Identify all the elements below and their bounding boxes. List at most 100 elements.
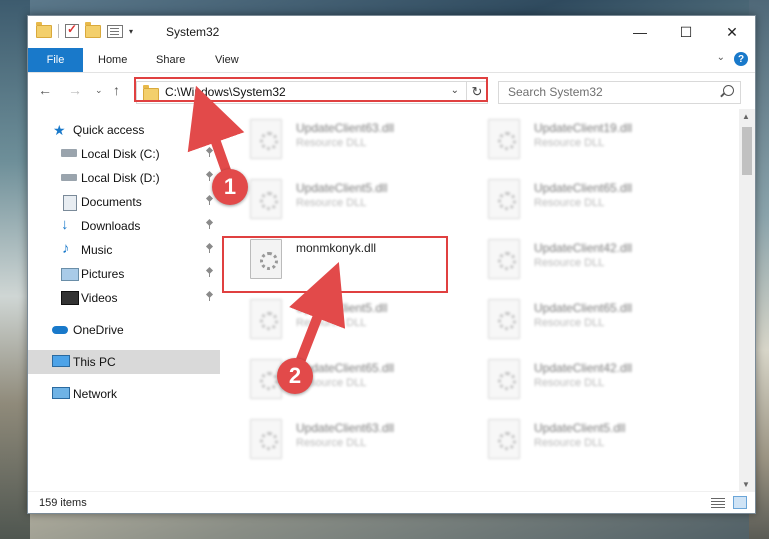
list-item[interactable]: UpdateClient19.dll Resource DLL xyxy=(488,115,718,171)
list-item[interactable]: UpdateClient63.dll Resource DLL xyxy=(250,115,480,171)
customize-toolbar-caret-icon[interactable]: ▾ xyxy=(129,27,133,36)
tab-view[interactable]: View xyxy=(215,48,239,72)
sidebar-item-documents[interactable]: Documents xyxy=(28,190,220,214)
documents-icon xyxy=(63,195,77,211)
address-highlight-box xyxy=(134,77,488,102)
pin-icon[interactable] xyxy=(206,268,215,277)
pictures-icon xyxy=(61,268,79,281)
recent-locations-chevron-icon[interactable]: ⌄ xyxy=(95,85,103,96)
sidebar-item-downloads[interactable]: ↓ Downloads xyxy=(28,214,220,238)
sidebar-item-label: Local Disk (D:) xyxy=(81,171,160,185)
tab-file[interactable]: File xyxy=(28,48,83,72)
minimize-button[interactable]: — xyxy=(617,16,663,48)
sidebar-item-label: Pictures xyxy=(81,267,125,281)
scroll-down-arrow-icon[interactable]: ▼ xyxy=(742,480,750,489)
list-item[interactable]: UpdateClient65.dll Resource DLL xyxy=(488,295,718,351)
tab-share[interactable]: Share xyxy=(156,48,185,72)
pin-icon[interactable] xyxy=(206,244,215,253)
file-name: UpdateClient42.dll xyxy=(534,241,633,255)
list-item[interactable]: UpdateClient65.dll Resource DLL xyxy=(488,175,718,231)
sidebar-item-label: Downloads xyxy=(81,219,141,233)
file-type: Resource DLL xyxy=(534,137,605,149)
file-type: Resource DLL xyxy=(534,377,605,389)
sidebar-item-label: Documents xyxy=(81,195,142,209)
properties-check-icon[interactable] xyxy=(65,22,79,38)
sidebar-item-local-disk-d[interactable]: Local Disk (D:) xyxy=(28,166,220,190)
properties-icon[interactable] xyxy=(107,24,123,38)
scroll-up-arrow-icon[interactable]: ▲ xyxy=(742,112,750,121)
dll-file-icon xyxy=(488,359,520,399)
list-item[interactable]: UpdateClient42.dll Resource DLL xyxy=(488,235,718,291)
folder-icon xyxy=(36,21,52,38)
sidebar-item-music[interactable]: ♪ Music xyxy=(28,238,220,262)
file-type: Resource DLL xyxy=(534,437,605,449)
sidebar-item-network[interactable]: Network xyxy=(28,382,220,406)
network-icon xyxy=(52,387,70,399)
list-item[interactable]: UpdateClient5.dll Resource DLL xyxy=(250,295,480,351)
file-name: UpdateClient65.dll xyxy=(534,181,633,195)
toolbar-separator xyxy=(58,24,59,38)
maximize-button[interactable]: ☐ xyxy=(663,16,709,48)
list-item[interactable]: UpdateClient63.dll Resource DLL xyxy=(250,415,480,471)
sidebar-item-quick-access[interactable]: ★ Quick access xyxy=(28,118,220,142)
file-name: UpdateClient19.dll xyxy=(534,121,633,135)
sidebar-item-this-pc[interactable]: This PC xyxy=(28,350,220,374)
expand-ribbon-chevron-icon[interactable]: ⌄ xyxy=(717,52,725,63)
sidebar-item-videos[interactable]: Videos xyxy=(28,286,220,310)
pin-icon[interactable] xyxy=(206,196,215,205)
up-arrow-icon[interactable]: ↑ xyxy=(113,82,120,98)
sidebar-item-local-disk-c[interactable]: Local Disk (C:) xyxy=(28,142,220,166)
pin-icon[interactable] xyxy=(206,292,215,301)
search-input[interactable]: Search System32 xyxy=(498,81,741,104)
help-icon[interactable]: ? xyxy=(734,52,748,66)
file-name: UpdateClient63.dll xyxy=(296,121,395,135)
file-name: UpdateClient42.dll xyxy=(534,361,633,375)
file-type: Resource DLL xyxy=(534,257,605,269)
sidebar-item-onedrive[interactable]: OneDrive xyxy=(28,318,220,342)
new-folder-icon[interactable] xyxy=(85,21,101,38)
list-item[interactable]: UpdateClient42.dll Resource DLL xyxy=(488,355,718,411)
file-type: Resource DLL xyxy=(296,197,367,209)
drive-icon xyxy=(61,149,77,157)
large-icons-view-icon[interactable] xyxy=(733,496,747,509)
scrollbar-thumb[interactable] xyxy=(742,127,752,175)
close-button[interactable]: ✕ xyxy=(709,16,755,48)
window-title: System32 xyxy=(166,25,220,39)
dll-file-icon xyxy=(250,299,282,339)
sidebar-item-label: Local Disk (C:) xyxy=(81,147,160,161)
dll-file-icon xyxy=(488,179,520,219)
search-icon[interactable] xyxy=(723,85,734,96)
dll-file-icon xyxy=(488,419,520,459)
dll-file-icon xyxy=(250,179,282,219)
dll-file-icon xyxy=(250,419,282,459)
step-badge-2: 2 xyxy=(277,358,313,394)
vertical-scrollbar[interactable]: ▲ ▼ xyxy=(739,109,755,492)
file-type: Resource DLL xyxy=(534,197,605,209)
dll-file-icon xyxy=(488,119,520,159)
desktop-background-left xyxy=(0,0,30,539)
list-item[interactable]: UpdateClient5.dll Resource DLL xyxy=(488,415,718,471)
navigation-pane: ★ Quick access Local Disk (C:) Local Dis… xyxy=(28,111,223,491)
dll-file-icon xyxy=(488,299,520,339)
navigation-bar: ← → ⌄ ↑ C:\Windows\System32 ⌄ ↻ Search S… xyxy=(28,73,755,109)
dll-file-icon xyxy=(488,239,520,279)
tab-home[interactable]: Home xyxy=(98,48,127,72)
list-item[interactable]: UpdateClient5.dll Resource DLL xyxy=(250,175,480,231)
file-name: UpdateClient5.dll xyxy=(296,181,388,195)
sidebar-item-pictures[interactable]: Pictures xyxy=(28,262,220,286)
sidebar-item-label: Quick access xyxy=(73,123,145,137)
pin-icon[interactable] xyxy=(206,148,215,157)
title-bar: ▾ System32 — ☐ ✕ xyxy=(28,16,755,48)
search-placeholder: Search System32 xyxy=(508,85,603,99)
forward-arrow-icon[interactable]: → xyxy=(68,82,82,98)
file-type: Resource DLL xyxy=(296,317,367,329)
pin-icon[interactable] xyxy=(206,220,215,229)
star-icon: ★ xyxy=(53,122,66,138)
quick-access-toolbar: ▾ xyxy=(36,21,133,38)
drive-icon xyxy=(61,174,77,181)
download-arrow-icon: ↓ xyxy=(61,216,69,233)
window-controls: — ☐ ✕ xyxy=(617,16,755,48)
video-film-icon xyxy=(61,291,79,305)
details-view-icon[interactable] xyxy=(711,497,725,508)
back-arrow-icon[interactable]: ← xyxy=(38,82,52,98)
